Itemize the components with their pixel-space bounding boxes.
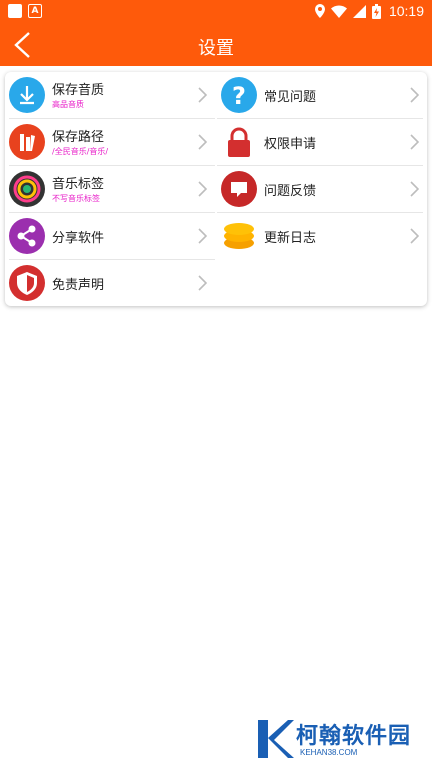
setting-label: 权限申请	[264, 137, 317, 152]
chevron-right-icon	[198, 275, 207, 291]
chevron-right-icon	[198, 181, 207, 197]
chevron-right-icon	[198, 134, 207, 150]
setting-disclaimer[interactable]: 免责声明	[5, 260, 215, 306]
setting-label: 音乐标签	[52, 177, 105, 192]
setting-label: 问题反馈	[264, 184, 317, 199]
shield-icon	[9, 265, 45, 301]
settings-card: 保存音质 高品音质 保存路径 /全民音乐/音乐/ 音乐标签 不写音乐标签 分享软…	[5, 72, 427, 306]
setting-subtitle: 高品音质	[52, 100, 84, 109]
chevron-right-icon	[410, 134, 419, 150]
lock-icon	[221, 124, 257, 160]
chevron-right-icon	[410, 87, 419, 103]
setting-subtitle: 不写音乐标签	[52, 194, 100, 203]
chevron-right-icon	[198, 87, 207, 103]
setting-changelog[interactable]: 更新日志	[217, 213, 427, 259]
setting-feedback[interactable]: 问题反馈	[217, 166, 427, 212]
setting-label: 分享软件	[52, 231, 105, 246]
question-icon: ?	[221, 77, 257, 113]
status-time: 10:19	[388, 3, 424, 19]
setting-label: 保存音质	[52, 83, 105, 98]
app-bar: 设置	[0, 24, 432, 66]
setting-music-tag[interactable]: 音乐标签 不写音乐标签	[5, 166, 215, 212]
setting-subtitle: /全民音乐/音乐/	[52, 147, 109, 156]
setting-label: 更新日志	[264, 231, 317, 246]
kehan-logo-icon	[258, 720, 294, 758]
notification-square-icon	[8, 4, 22, 18]
download-icon	[9, 77, 45, 113]
wifi-icon	[330, 4, 347, 18]
watermark-text: 柯翰软件园	[296, 724, 412, 749]
share-icon	[9, 218, 45, 254]
status-bar: A 10:19	[0, 0, 432, 24]
setting-label: 保存路径	[52, 130, 105, 145]
svg-text:?: ?	[232, 82, 246, 110]
setting-label: 免责声明	[52, 278, 105, 293]
folder-path-icon	[9, 124, 45, 160]
music-tag-icon	[9, 171, 45, 207]
feedback-icon	[221, 171, 257, 207]
watermark-sub: KEHAN38.COM	[300, 748, 358, 757]
setting-save-quality[interactable]: 保存音质 高品音质	[5, 72, 215, 118]
a-badge-icon: A	[28, 4, 42, 18]
watermark: 柯翰软件园 KEHAN38.COM	[252, 716, 422, 762]
battery-charging-icon	[371, 3, 381, 19]
setting-share-app[interactable]: 分享软件	[5, 213, 215, 259]
setting-faq[interactable]: ? 常见问题	[217, 72, 427, 118]
database-log-icon	[221, 218, 257, 254]
signal-icon	[352, 4, 366, 18]
setting-permissions[interactable]: 权限申请	[217, 119, 427, 165]
setting-label: 常见问题	[264, 90, 317, 105]
chevron-right-icon	[198, 228, 207, 244]
chevron-right-icon	[410, 228, 419, 244]
location-icon	[314, 4, 325, 18]
chevron-right-icon	[410, 181, 419, 197]
page-title: 设置	[198, 38, 234, 59]
setting-save-path[interactable]: 保存路径 /全民音乐/音乐/	[5, 119, 215, 165]
